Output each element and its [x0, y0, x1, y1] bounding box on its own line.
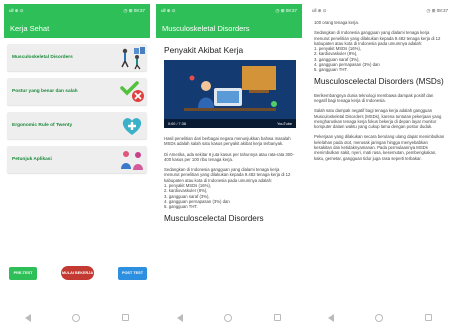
status-icons-right: ◷ ⊞ 08:37 [275, 8, 297, 13]
youtube-logo[interactable]: YouTube [277, 122, 292, 126]
status-icons-right: ◷ ⊞ 08:37 [426, 8, 448, 13]
paragraph: Hasil penelitian dari berbagai negara me… [164, 136, 291, 147]
action-buttons: PRE-TEST MULAI BEKERJA POST TEST [9, 266, 147, 280]
video-controls: 0:00 / 7:38 YouTube [164, 119, 296, 128]
check-cross-icon [120, 81, 144, 102]
recent-apps-icon[interactable] [122, 314, 130, 321]
menu-item-label: Ergonomic Rule of Twenty [12, 123, 73, 128]
recent-apps-icon[interactable] [425, 314, 433, 321]
article-heading: Penyakit Akibat Kerja [164, 45, 244, 55]
paragraph: Berikembangnya dunia teknologi membawa d… [314, 92, 434, 103]
workers-lifting-icon [121, 47, 145, 70]
menu-item-label: Petunjuk Aplikasi [12, 157, 52, 162]
app-title: Musculoskeletal Disorders [156, 18, 302, 38]
system-nav-bar [156, 309, 302, 326]
system-nav-bar [4, 309, 150, 326]
home-icon[interactable] [72, 313, 81, 322]
header-block: ull ⊕ ⊙ ◷ ⊞ 08:37 Musculoskeletal Disord… [156, 4, 302, 38]
video-thumbnail [164, 60, 296, 128]
section-heading: Musculoscelectal Disorders [164, 213, 264, 223]
system-nav-bar [307, 309, 450, 326]
pre-test-button[interactable]: PRE-TEST [9, 266, 37, 280]
msds-article-scrolled-screen: ull ⊕ ⊙ ◷ ⊞ 08:37 100 orang tenaga kerja… [307, 4, 450, 326]
start-work-button[interactable]: MULAI BEKERJA [61, 266, 94, 280]
menu-item-posture[interactable]: Postur yang benar dan salah [7, 78, 147, 105]
people-icon [121, 151, 143, 170]
menu-list: Musculoskeletal Disorders Postur yang be… [4, 38, 150, 173]
menu-item-label: Musculoskeletal Disorders [12, 55, 73, 60]
home-screen: ull ⊕ ⊙ ◷ ⊞ 08:37 Kerja Sehat Musculoske… [4, 4, 150, 326]
article-body[interactable]: Penyakit Akibat Kerja 0:00 / 7:38 YouTub… [156, 38, 302, 223]
list-item: 5. gangguan THT. [314, 67, 348, 73]
app-title: Kerja Sehat [4, 18, 150, 38]
menu-item-rule-of-twenty[interactable]: Ergonomic Rule of Twenty [7, 112, 147, 139]
article-body[interactable]: 100 orang tenaga kerja. Sedangkan di Ind… [307, 18, 450, 161]
recent-apps-icon[interactable] [274, 314, 282, 321]
video-player[interactable]: 0:00 / 7:38 YouTube [164, 60, 296, 128]
header-block: ull ⊕ ⊙ ◷ ⊞ 08:37 Kerja Sehat [4, 4, 150, 38]
home-icon[interactable] [375, 313, 384, 322]
status-bar: ull ⊕ ⊙ ◷ ⊞ 08:37 [156, 4, 302, 18]
paragraph: Salah satu dampak negatif bagi tenaga ke… [314, 108, 442, 130]
paragraph: Di Amerika, ada sekitar 6 juta kasus per… [164, 151, 294, 162]
article-text: Hasil penelitian dari berbagai negara me… [164, 136, 294, 210]
menu-item-guide[interactable]: Petunjuk Aplikasi [7, 146, 147, 173]
heart-plus-icon [122, 118, 142, 135]
status-icons-left: ull ⊕ ⊙ [161, 8, 176, 13]
list-item: 5. gangguan THT. [164, 204, 198, 210]
status-bar: ull ⊕ ⊙ ◷ ⊞ 08:37 [4, 4, 150, 18]
paragraph: Sedangkan di Indonesia gangguan yang dia… [164, 167, 291, 183]
post-test-button[interactable]: POST TEST [118, 266, 147, 280]
back-icon[interactable] [176, 313, 183, 322]
video-time: 0:00 / 7:38 [168, 121, 186, 126]
menu-item-msds[interactable]: Musculoskeletal Disorders [7, 44, 147, 71]
menu-item-label: Postur yang benar dan salah [12, 89, 78, 94]
msds-article-screen: ull ⊕ ⊙ ◷ ⊞ 08:37 Musculoskeletal Disord… [156, 4, 302, 326]
section-heading: Musculoscelectal Disorders (MSDs) [314, 76, 444, 86]
status-icons-left: ull ⊕ ⊙ [9, 8, 24, 13]
status-icons-left: ull ⊕ ⊙ [312, 8, 327, 13]
paragraph: Sedangkan di Indonesia gangguan yang dia… [314, 30, 441, 46]
home-icon[interactable] [224, 313, 233, 322]
paragraph: Pekerjaan yang dilakukan secara berulang… [314, 134, 445, 161]
paragraph: 100 orang tenaga kerja. [314, 20, 359, 25]
status-icons-right: ◷ ⊞ 08:37 [123, 8, 145, 13]
back-icon[interactable] [327, 313, 334, 322]
back-icon[interactable] [24, 313, 31, 322]
status-bar: ull ⊕ ⊙ ◷ ⊞ 08:37 [307, 4, 450, 18]
